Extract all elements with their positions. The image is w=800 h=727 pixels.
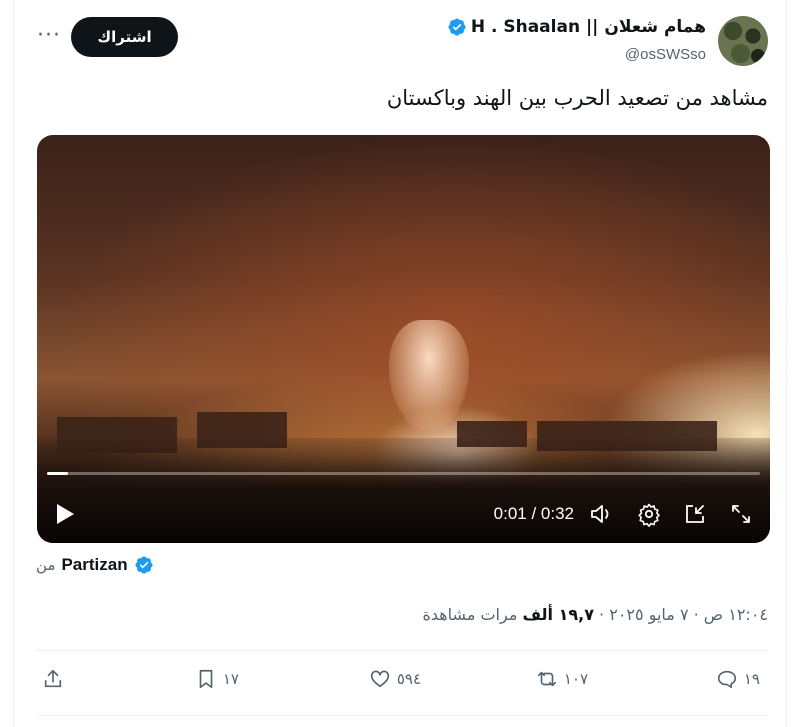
- reply-count: ١٩: [743, 670, 760, 688]
- avatar[interactable]: [718, 16, 768, 66]
- verified-badge-icon: [447, 17, 467, 37]
- heart-icon: [370, 670, 389, 688]
- tweet-text: مشاهد من تصعيد الحرب بين الهند وباكستان: [386, 86, 768, 110]
- view-count: ١٩,٧ ألف: [522, 605, 594, 624]
- tweet-card: H . Shaalan || همام شعلان @osSWSso اشترا…: [13, 0, 787, 727]
- divider: [36, 715, 768, 716]
- bookmark-icon: [199, 669, 213, 689]
- tweet-meta: ١٢:٠٤ ص · ٧ مايو ٢٠٢٥ · ١٩,٧ ألف مرات مش…: [422, 605, 768, 624]
- retweet-icon: [537, 671, 556, 687]
- video-time: 0:01 / 0:32: [493, 504, 574, 523]
- bookmark-button[interactable]: ١٧: [195, 668, 239, 690]
- source-name[interactable]: Partizan: [61, 555, 127, 575]
- author-display-name[interactable]: H . Shaalan || همام شعلان: [471, 17, 706, 37]
- subscribe-button[interactable]: اشتراك: [71, 17, 178, 57]
- divider: [36, 650, 768, 651]
- volume-icon[interactable]: [588, 501, 614, 527]
- like-count: ٥٩٤: [396, 670, 421, 688]
- bookmark-count: ١٧: [222, 670, 239, 688]
- retweet-button[interactable]: ١٠٧: [536, 668, 588, 690]
- play-icon[interactable]: [53, 501, 77, 527]
- author-name-row[interactable]: H . Shaalan || همام شعلان: [447, 17, 706, 37]
- retweet-count: ١٠٧: [563, 670, 588, 688]
- video-frame-detail: [389, 320, 469, 430]
- share-icon: [44, 669, 62, 688]
- video-source-attribution[interactable]: من Partizan: [36, 555, 154, 575]
- reply-button[interactable]: ١٩: [716, 668, 760, 690]
- author-handle[interactable]: @osSWSso: [625, 46, 706, 63]
- views-label: مرات مشاهدة: [422, 605, 523, 624]
- verified-badge-icon: [134, 555, 154, 575]
- video-progress-bar[interactable]: [47, 472, 760, 475]
- video-player[interactable]: 0:01 / 0:32: [37, 135, 770, 543]
- picture-in-picture-icon[interactable]: [682, 501, 708, 527]
- fullscreen-icon[interactable]: [728, 501, 754, 527]
- share-button[interactable]: [42, 668, 64, 690]
- like-button[interactable]: ٥٩٤: [369, 668, 421, 690]
- more-options-icon[interactable]: ···: [36, 22, 62, 50]
- tweet-timestamp[interactable]: ١٢:٠٤ ص · ٧ مايو ٢٠٢٥ ·: [594, 605, 768, 624]
- video-controls-shade: [37, 453, 770, 543]
- reply-icon: [717, 670, 736, 689]
- settings-gear-icon[interactable]: [636, 501, 662, 527]
- source-from-label: من: [36, 556, 56, 574]
- video-progress-fill: [47, 472, 69, 475]
